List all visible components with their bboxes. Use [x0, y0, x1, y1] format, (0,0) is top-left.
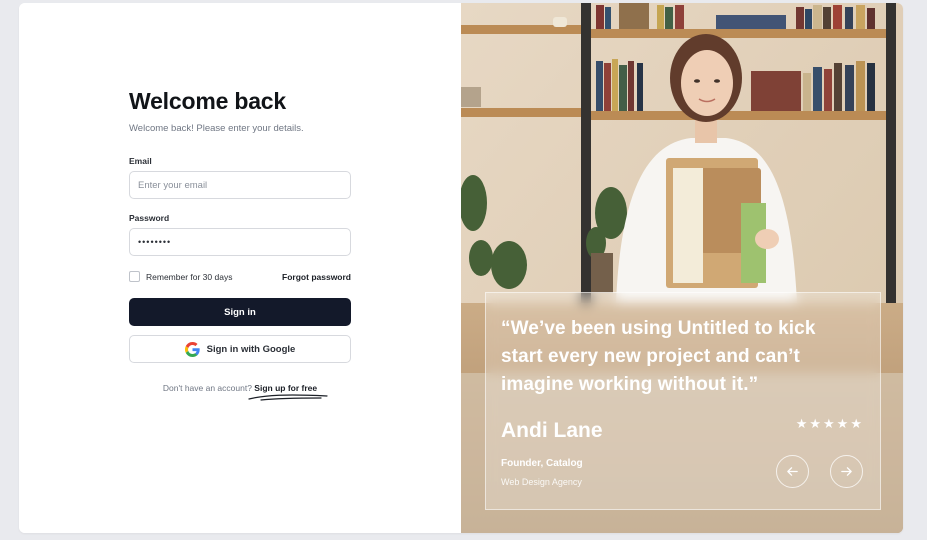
remember-row: Remember for 30 days Forgot password [129, 271, 351, 282]
testimonial-author: Andi Lane [501, 419, 603, 442]
underline-squiggle [248, 394, 328, 401]
hero-image-pane: “We’ve been using Untitled to kick start… [461, 3, 903, 533]
password-field[interactable] [129, 228, 351, 256]
next-slide-button[interactable] [830, 455, 863, 488]
sign-in-button[interactable]: Sign in [129, 298, 351, 326]
login-form: Welcome back Welcome back! Please enter … [129, 87, 351, 401]
author-role: Founder, Catalog [501, 458, 583, 469]
star-rating: ★★★★★ [795, 416, 864, 431]
testimonial-quote: “We’ve been using Untitled to kick start… [501, 318, 816, 395]
remember-option[interactable]: Remember for 30 days [129, 271, 232, 282]
author-company: Web Design Agency [501, 477, 582, 487]
app-window: Welcome back Welcome back! Please enter … [19, 3, 903, 533]
password-label: Password [129, 213, 170, 223]
no-account-text: Don't have an account? [162, 383, 252, 393]
remember-checkbox[interactable] [129, 271, 140, 282]
previous-slide-button[interactable] [776, 455, 809, 488]
email-field[interactable] [129, 171, 351, 199]
forgot-password-link[interactable]: Forgot password [282, 272, 351, 282]
login-pane: Welcome back Welcome back! Please enter … [19, 3, 461, 533]
remember-label: Remember for 30 days [146, 271, 233, 282]
arrow-left-icon [787, 467, 798, 476]
arrow-right-icon [841, 467, 852, 476]
page-title: Welcome back [129, 88, 286, 114]
google-sign-in-button[interactable]: Sign in with Google [129, 335, 351, 363]
google-icon [184, 341, 200, 357]
page-subtitle: Welcome back! Please enter your details. [129, 123, 304, 134]
signup-row: Don't have an account? Sign up for free [129, 383, 351, 401]
email-label: Email [129, 156, 152, 166]
testimonial-card: “We’ve been using Untitled to kick start… [485, 292, 881, 510]
google-sign-in-label: Sign in with Google [206, 343, 296, 355]
